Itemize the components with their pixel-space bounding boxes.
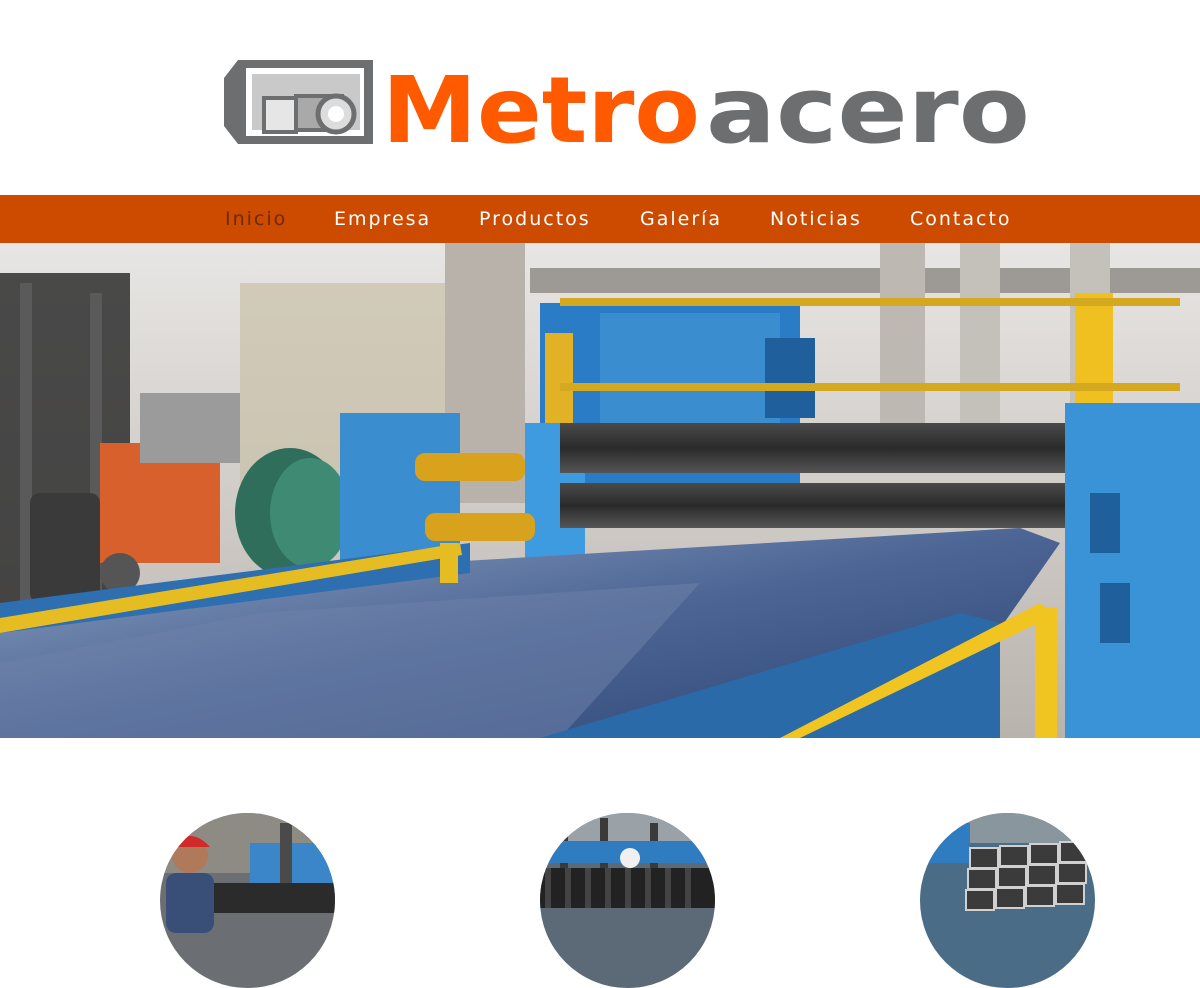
nav-item-empresa[interactable]: Empresa — [334, 195, 431, 243]
hero-banner — [0, 243, 1200, 738]
metroacero-logo-icon: Metro acero — [224, 57, 1030, 148]
logo-text-metro: Metro — [382, 57, 700, 148]
steel-slitting-line-image — [0, 243, 1200, 738]
main-navigation: Inicio Empresa Productos Galería Noticia… — [0, 195, 1200, 243]
feature-circle-2[interactable] — [540, 813, 715, 988]
steel-tubes-photo-image — [920, 813, 1095, 988]
site-logo[interactable]: Metro acero — [224, 56, 1032, 148]
site-header: Metro acero — [0, 0, 1200, 195]
logo-text-acero: acero — [706, 57, 1030, 148]
feature-circle-1[interactable] — [160, 813, 335, 988]
nav-item-noticias[interactable]: Noticias — [770, 195, 862, 243]
nav-item-galeria[interactable]: Galería — [640, 195, 722, 243]
worker-photo-image — [160, 813, 335, 988]
feature-circle-3[interactable] — [920, 813, 1095, 988]
nav-item-inicio[interactable]: Inicio — [225, 195, 287, 243]
nav-item-productos[interactable]: Productos — [479, 195, 591, 243]
steel-coils-photo-image — [540, 813, 715, 988]
nav-item-contacto[interactable]: Contacto — [910, 195, 1012, 243]
